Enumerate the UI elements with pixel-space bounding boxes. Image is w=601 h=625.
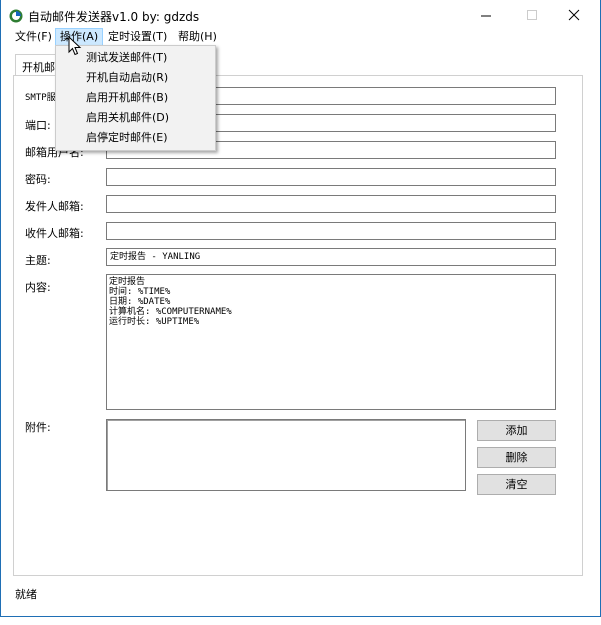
operate-dropdown-menu: 测试发送邮件(T) 开机自动启动(R) 启用开机邮件(B) 启用关机邮件(D) … [55, 45, 216, 151]
app-icon [9, 9, 23, 23]
attachment-label: 附件: [25, 421, 51, 434]
subject-field[interactable]: 定时报告 - YANLING [106, 248, 556, 266]
status-text: 就绪 [15, 588, 37, 601]
content-textarea[interactable]: 定时报告 时间: %TIME% 日期: %DATE% 计算机名: %COMPUT… [106, 274, 556, 410]
main-window: 自动邮件发送器v1.0 by: gdzds 文件(F) 操作(A) 定时设置(T… [0, 0, 601, 617]
password-label: 密码: [25, 173, 51, 186]
window-title: 自动邮件发送器v1.0 by: gdzds [28, 10, 200, 24]
menu-item-autostart[interactable]: 开机自动启动(R) [86, 69, 168, 87]
subject-label: 主题: [25, 254, 51, 267]
content-label: 内容: [25, 281, 51, 294]
add-button[interactable]: 添加 [477, 420, 556, 441]
smtp-label: SMTP服 [25, 93, 56, 103]
port-label: 端口: [25, 119, 51, 132]
recipient-label: 收件人邮箱: [25, 227, 84, 240]
close-button[interactable] [551, 0, 597, 30]
menu-item-test-send[interactable]: 测试发送邮件(T) [86, 49, 167, 67]
menu-bar: 文件(F) 操作(A) 定时设置(T) 帮助(H) [1, 28, 600, 46]
menu-help[interactable]: 帮助(H) [174, 28, 221, 46]
mouse-pointer-icon [68, 36, 82, 56]
minimize-button[interactable] [463, 0, 509, 30]
menu-item-shutdown-mail[interactable]: 启用关机邮件(D) [86, 109, 169, 127]
sender-field[interactable] [106, 195, 556, 213]
maximize-button[interactable] [509, 0, 555, 30]
clear-button[interactable]: 清空 [477, 474, 556, 495]
password-field[interactable] [106, 168, 556, 186]
menu-item-timer-mail[interactable]: 启停定时邮件(E) [86, 129, 168, 147]
recipient-field[interactable] [106, 222, 556, 240]
bottom-strip [0, 617, 601, 625]
delete-button[interactable]: 删除 [477, 447, 556, 468]
close-icon [568, 9, 580, 21]
sender-label: 发件人邮箱: [25, 200, 84, 213]
menu-item-startup-mail[interactable]: 启用开机邮件(B) [86, 89, 168, 107]
maximize-icon [526, 9, 537, 20]
menu-timer-settings[interactable]: 定时设置(T) [104, 28, 171, 46]
minimize-icon [480, 15, 491, 16]
menu-file[interactable]: 文件(F) [11, 28, 56, 46]
attachment-list[interactable] [106, 419, 466, 491]
title-bar[interactable]: 自动邮件发送器v1.0 by: gdzds [1, 0, 600, 30]
